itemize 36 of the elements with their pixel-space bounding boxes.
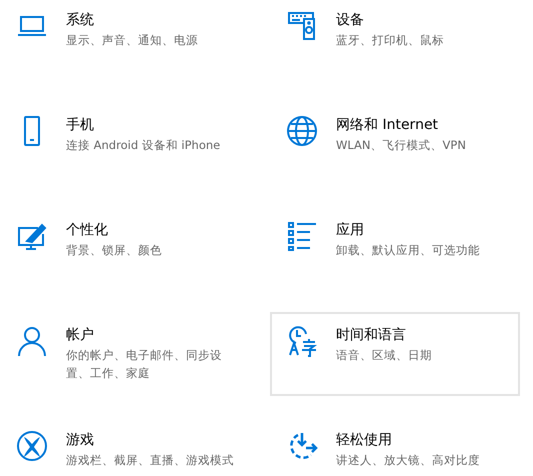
- person-icon: [16, 325, 48, 357]
- tile-title: 手机: [66, 116, 95, 135]
- tile-title: 系统: [66, 11, 95, 30]
- settings-tile[interactable]: 轻松使用 讲述人、放大镜、高对比度: [270, 417, 520, 476]
- tile-description: 讲述人、放大镜、高对比度: [336, 452, 481, 469]
- tile-description: 背景、锁屏、颜色: [66, 242, 163, 259]
- tile-description: 蓝牙、打印机、鼠标: [336, 32, 445, 49]
- settings-tile[interactable]: 游戏 游戏栏、截屏、直播、游戏模式: [0, 417, 250, 476]
- tile-title: 轻松使用: [336, 431, 393, 450]
- settings-tile[interactable]: 手机 连接 Android 设备和 iPhone: [0, 102, 250, 186]
- tile-title: 应用: [336, 221, 365, 240]
- settings-tile[interactable]: 应用 卸载、默认应用、可选功能: [270, 207, 520, 291]
- tile-title: 帐户: [66, 326, 95, 345]
- settings-tile[interactable]: 系统 显示、声音、通知、电源: [0, 0, 250, 81]
- tile-title: 设备: [336, 11, 365, 30]
- tile-description: 卸载、默认应用、可选功能: [336, 242, 481, 259]
- settings-tile[interactable]: 个性化 背景、锁屏、颜色: [0, 207, 250, 291]
- clock-letter-icon: [286, 325, 318, 357]
- globe-icon: [286, 115, 318, 147]
- tile-description: 游戏栏、截屏、直播、游戏模式: [66, 452, 234, 469]
- tile-title: 网络和 Internet: [336, 116, 440, 135]
- tile-title: 个性化: [66, 221, 109, 240]
- tile-title: 游戏: [66, 431, 95, 450]
- list-icon: [286, 220, 318, 252]
- settings-tile[interactable]: 时间和语言 语音、区域、日期: [270, 312, 520, 396]
- keyboard-speaker-icon: [286, 10, 318, 42]
- tile-description: WLAN、飞行模式、VPN: [336, 137, 467, 154]
- settings-tile[interactable]: 设备 蓝牙、打印机、鼠标: [270, 0, 520, 81]
- tile-description: 连接 Android 设备和 iPhone: [66, 137, 222, 154]
- settings-tile[interactable]: 帐户 你的帐户、电子邮件、同步设置、工作、家庭: [0, 312, 250, 396]
- tile-description: 显示、声音、通知、电源: [66, 32, 199, 49]
- tile-description: 语音、区域、日期: [336, 347, 433, 364]
- settings-tile[interactable]: 网络和 Internet WLAN、飞行模式、VPN: [270, 102, 520, 186]
- tile-description: 你的帐户、电子邮件、同步设置、工作、家庭: [66, 347, 223, 382]
- tile-title: 时间和语言: [336, 326, 407, 345]
- xbox-icon: [16, 430, 48, 462]
